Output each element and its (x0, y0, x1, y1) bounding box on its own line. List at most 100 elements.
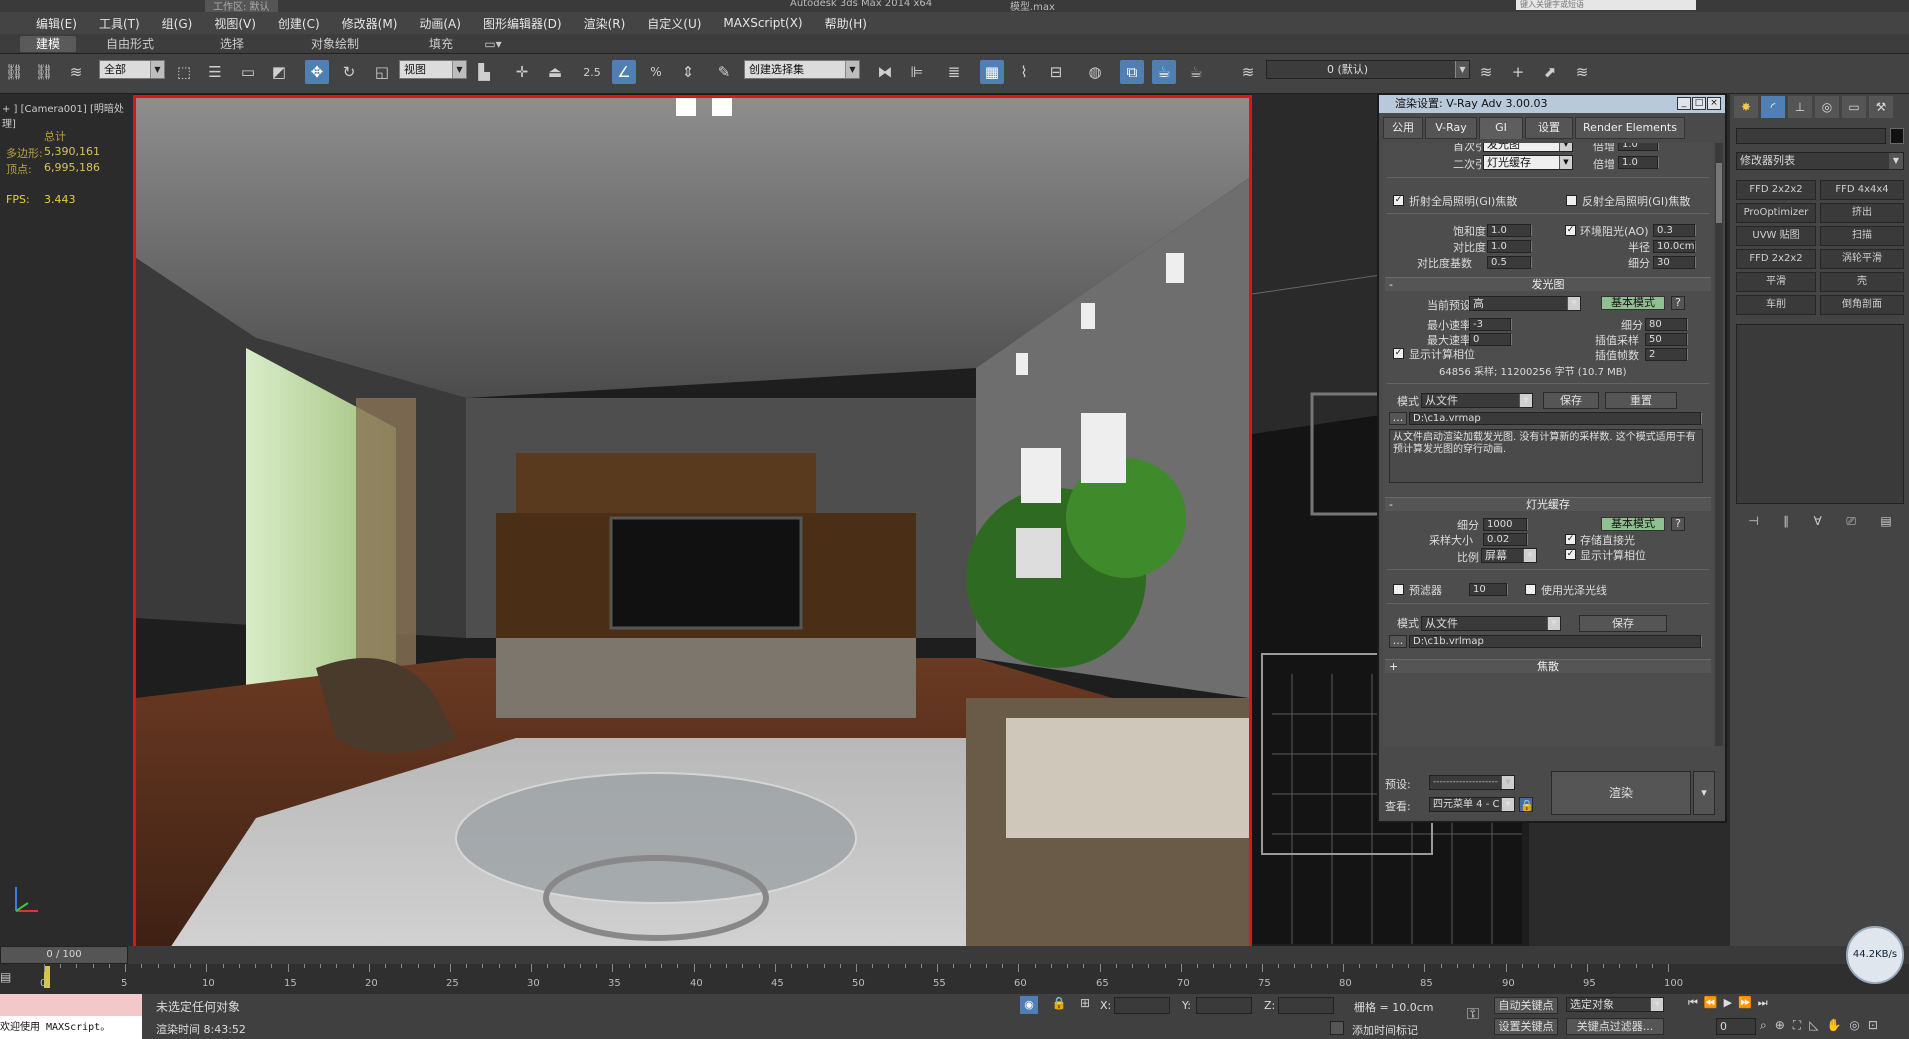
ribbon-options-icon[interactable]: ▭▾ (480, 36, 506, 52)
irr-file-path[interactable]: D:\c1a.vrmap (1409, 412, 1702, 425)
dialog-title[interactable]: 渲染设置: V-Ray Adv 3.00.03 _ □ × (1379, 95, 1725, 113)
modify-tab-icon[interactable]: ◜ (1761, 96, 1785, 118)
tab-freeform[interactable]: 自由形式 (96, 36, 164, 52)
modifier-list-dropdown[interactable]: 修改器列表 ▼ (1736, 152, 1904, 170)
fov-icon[interactable]: ◺ (1809, 1018, 1818, 1035)
track-bar-menu-icon[interactable]: ▤ (0, 970, 24, 988)
remove-modifier-icon[interactable]: ⎚ (1846, 514, 1856, 536)
lc-show-phase-checkbox[interactable]: ✓ (1565, 549, 1576, 560)
ao-subdiv-spinner[interactable]: 30 (1653, 256, 1696, 269)
irr-mode-select[interactable]: 从文件 ▼ (1421, 393, 1533, 408)
store-direct-checkbox[interactable]: ✓ (1565, 534, 1576, 545)
lc-subdiv-spinner[interactable]: 1000 (1483, 518, 1528, 531)
percent-snap-icon[interactable]: % (644, 60, 668, 84)
object-name-field[interactable] (1736, 128, 1886, 144)
refl-gi-checkbox[interactable] (1566, 195, 1577, 206)
zoom-extents-icon[interactable]: ⛶ (1793, 1018, 1801, 1035)
preset-select[interactable]: 高 ▼ (1469, 296, 1581, 311)
time-slider[interactable]: 0 / 100 (0, 946, 1909, 964)
tab-settings[interactable]: 设置 (1525, 117, 1573, 139)
selection-filter-dropdown[interactable]: 全部 ▼ (99, 60, 165, 79)
schematic-view-icon[interactable]: ⊟ (1044, 60, 1068, 84)
motion-tab-icon[interactable]: ◎ (1815, 96, 1839, 118)
irr-subdiv-spinner[interactable]: 80 (1645, 318, 1688, 331)
menu-rendering[interactable]: 渲染(R) (584, 15, 626, 32)
contrast-spinner[interactable]: 1.0 (1487, 240, 1532, 253)
tab-common[interactable]: 公用 (1383, 117, 1423, 139)
max-rate-spinner[interactable]: 0 (1469, 333, 1512, 346)
ref-coord-dropdown[interactable]: 视图 ▼ (399, 60, 467, 79)
play-icon[interactable]: ▶ (1724, 996, 1732, 1016)
lc-mode-select[interactable]: 从文件 ▼ (1421, 616, 1561, 631)
mod-button-ffd222[interactable]: FFD 2x2x2 (1736, 180, 1816, 200)
layers-icon[interactable]: ≋ (1236, 60, 1260, 84)
sample-size-spinner[interactable]: 0.02 (1483, 533, 1528, 546)
spinner-snap-icon[interactable]: ⇕ (676, 60, 700, 84)
scale-select[interactable]: 屏幕 ▼ (1481, 548, 1537, 563)
irr-browse-button[interactable]: ... (1389, 412, 1407, 425)
object-color-swatch[interactable] (1890, 128, 1904, 144)
add-time-tag-icon[interactable] (1330, 1021, 1344, 1035)
primary-engine-select[interactable]: 发光图 ▼ (1483, 143, 1573, 152)
menu-modifiers[interactable]: 修改器(M) (342, 15, 398, 32)
curve-editor-icon[interactable]: ⌇ (1012, 60, 1036, 84)
x-coord-field[interactable] (1114, 997, 1170, 1014)
mirror-icon[interactable]: ⧓ (873, 60, 897, 84)
go-to-end-icon[interactable]: ⏭ (1758, 996, 1768, 1016)
search-input[interactable]: 键入关键字或短语 (1516, 0, 1696, 10)
interp-spinner[interactable]: 50 (1645, 333, 1688, 346)
pivot-center-icon[interactable]: ▙ (472, 60, 496, 84)
lc-save-button[interactable]: 保存 (1579, 615, 1667, 632)
menu-group[interactable]: 组(G) (162, 15, 193, 32)
render-options-icon[interactable]: ▾ (1693, 771, 1715, 815)
current-frame-field[interactable]: 0 (1716, 1018, 1756, 1035)
prefilter-spinner[interactable]: 10 (1469, 583, 1508, 596)
scene-explorer-icon[interactable]: ▦ (980, 60, 1004, 84)
rect-selection-icon[interactable]: ▭ (236, 60, 260, 84)
tab-selection[interactable]: 选择 (206, 36, 258, 52)
make-unique-icon[interactable]: ∀ (1814, 514, 1822, 536)
create-tab-icon[interactable]: ✸ (1734, 96, 1758, 118)
render-button[interactable]: 渲染 (1551, 771, 1691, 815)
next-frame-icon[interactable]: ⏩ (1738, 996, 1752, 1016)
snap-toggle-icon[interactable]: 2.5 (580, 60, 604, 84)
minimize-icon[interactable]: _ (1677, 97, 1691, 110)
bind-spacewarp-icon[interactable]: ≋ (64, 60, 88, 84)
help-button[interactable]: ? (1671, 296, 1685, 310)
isolate-icon[interactable]: ◉ (1020, 996, 1038, 1014)
lc-file-path[interactable]: D:\c1b.vrlmap (1409, 635, 1702, 648)
close-icon[interactable]: × (1707, 97, 1721, 110)
configure-modifier-icon[interactable]: ▤ (1880, 514, 1891, 536)
secondary-mult-spinner[interactable]: 1.0 (1618, 156, 1659, 169)
orbit-icon[interactable]: ◎ (1849, 1018, 1859, 1035)
irr-save-button[interactable]: 保存 (1543, 392, 1599, 409)
menu-help[interactable]: 帮助(H) (825, 15, 867, 32)
window-crossing-icon[interactable]: ◩ (267, 60, 291, 84)
mod-button-ffd444[interactable]: FFD 4x4x4 (1820, 180, 1904, 200)
pan-icon[interactable]: ✋ (1826, 1018, 1841, 1035)
align-icon[interactable]: ⊫ (905, 60, 929, 84)
menu-graph-editors[interactable]: 图形编辑器(D) (483, 15, 562, 32)
select-in-layer-icon[interactable]: ≋ (1570, 60, 1594, 84)
menu-customize[interactable]: 自定义(U) (647, 15, 701, 32)
lc-help-button[interactable]: ? (1671, 517, 1685, 531)
mod-button-uvw[interactable]: UVW 贴图 (1736, 226, 1816, 246)
use-glossy-checkbox[interactable] (1525, 584, 1536, 595)
caustics-rollout[interactable]: + 焦散 (1385, 659, 1711, 673)
mod-button-extrude[interactable]: 挤出 (1820, 203, 1904, 223)
y-coord-field[interactable] (1196, 997, 1252, 1014)
render-setup-icon[interactable]: ⧉ (1120, 60, 1144, 84)
display-tab-icon[interactable]: ▭ (1842, 96, 1866, 118)
key-filter-button[interactable]: 关键点过滤器... (1566, 1018, 1664, 1035)
view-select[interactable]: 四元菜单 4 - C ▼ (1429, 797, 1515, 812)
primary-mult-spinner[interactable]: 1.0 (1618, 143, 1659, 151)
mod-button-prooptimizer[interactable]: ProOptimizer (1736, 203, 1816, 223)
irr-reset-button[interactable]: 重置 (1605, 392, 1677, 409)
rotate-icon[interactable]: ↻ (337, 60, 361, 84)
select-by-name-icon[interactable]: ☰ (203, 60, 227, 84)
menu-views[interactable]: 视图(V) (214, 15, 256, 32)
menu-tools[interactable]: 工具(T) (99, 15, 140, 32)
mod-button-ffd222-b[interactable]: FFD 2x2x2 (1736, 249, 1816, 269)
radius-spinner[interactable]: 10.0cm (1653, 240, 1696, 253)
layer-dropdown[interactable]: 0 (默认) ▼ (1266, 60, 1470, 79)
